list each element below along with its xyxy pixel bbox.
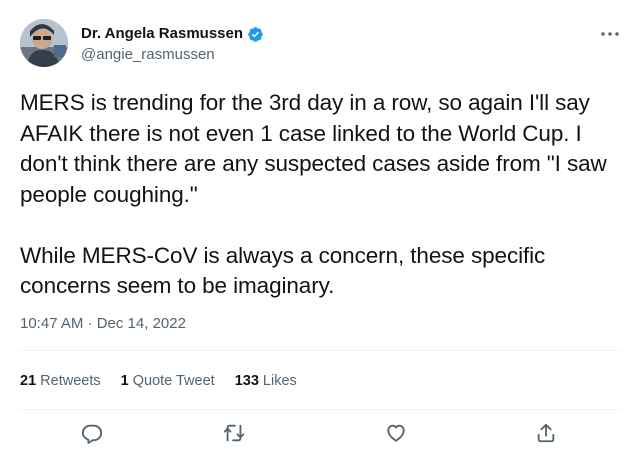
tweet-stats: 21 Retweets 1 Quote Tweet 133 Likes (20, 371, 297, 391)
avatar-image (20, 19, 68, 67)
author-handle[interactable]: @angie_rasmussen (81, 46, 215, 64)
tweet-card: Dr. Angela Rasmussen @angie_rasmussen ME… (0, 0, 640, 460)
tweet-text: MERS is trending for the 3rd day in a ro… (20, 88, 625, 302)
more-options-icon (601, 32, 619, 36)
quote-tweets-label: Quote Tweet (132, 373, 215, 389)
reply-icon (81, 424, 103, 444)
share-button[interactable] (533, 421, 559, 445)
more-options-button[interactable] (598, 24, 622, 44)
tweet-paragraph: While MERS-CoV is always a concern, thes… (20, 242, 546, 299)
divider (20, 409, 620, 410)
retweets-stat[interactable]: 21 Retweets (20, 371, 101, 391)
likes-count: 133 (234, 373, 259, 389)
quote-tweets-stat[interactable]: 1 Quote Tweet (121, 371, 215, 391)
retweets-label: Retweets (40, 373, 101, 389)
author-name[interactable]: Dr. Angela Rasmussen (81, 25, 264, 43)
likes-stat[interactable]: 133 Likes (235, 371, 297, 391)
share-icon (537, 423, 555, 443)
reply-button[interactable] (79, 421, 105, 445)
likes-label: Likes (262, 373, 297, 389)
retweet-button[interactable] (221, 421, 247, 445)
retweet-icon (223, 424, 245, 442)
verified-badge-icon (248, 26, 263, 42)
divider (20, 350, 620, 351)
tweet-timestamp[interactable]: 10:47 AM · Dec 14, 2022 (20, 314, 186, 334)
quote-tweets-count: 1 (120, 373, 129, 389)
like-icon (387, 424, 405, 442)
avatar[interactable] (20, 19, 68, 67)
author-name-text: Dr. Angela Rasmussen (81, 25, 244, 42)
tweet-paragraph: MERS is trending for the 3rd day in a ro… (20, 90, 607, 207)
retweets-count: 21 (20, 373, 37, 389)
tweet-actions (0, 419, 640, 447)
like-button[interactable] (383, 421, 409, 445)
